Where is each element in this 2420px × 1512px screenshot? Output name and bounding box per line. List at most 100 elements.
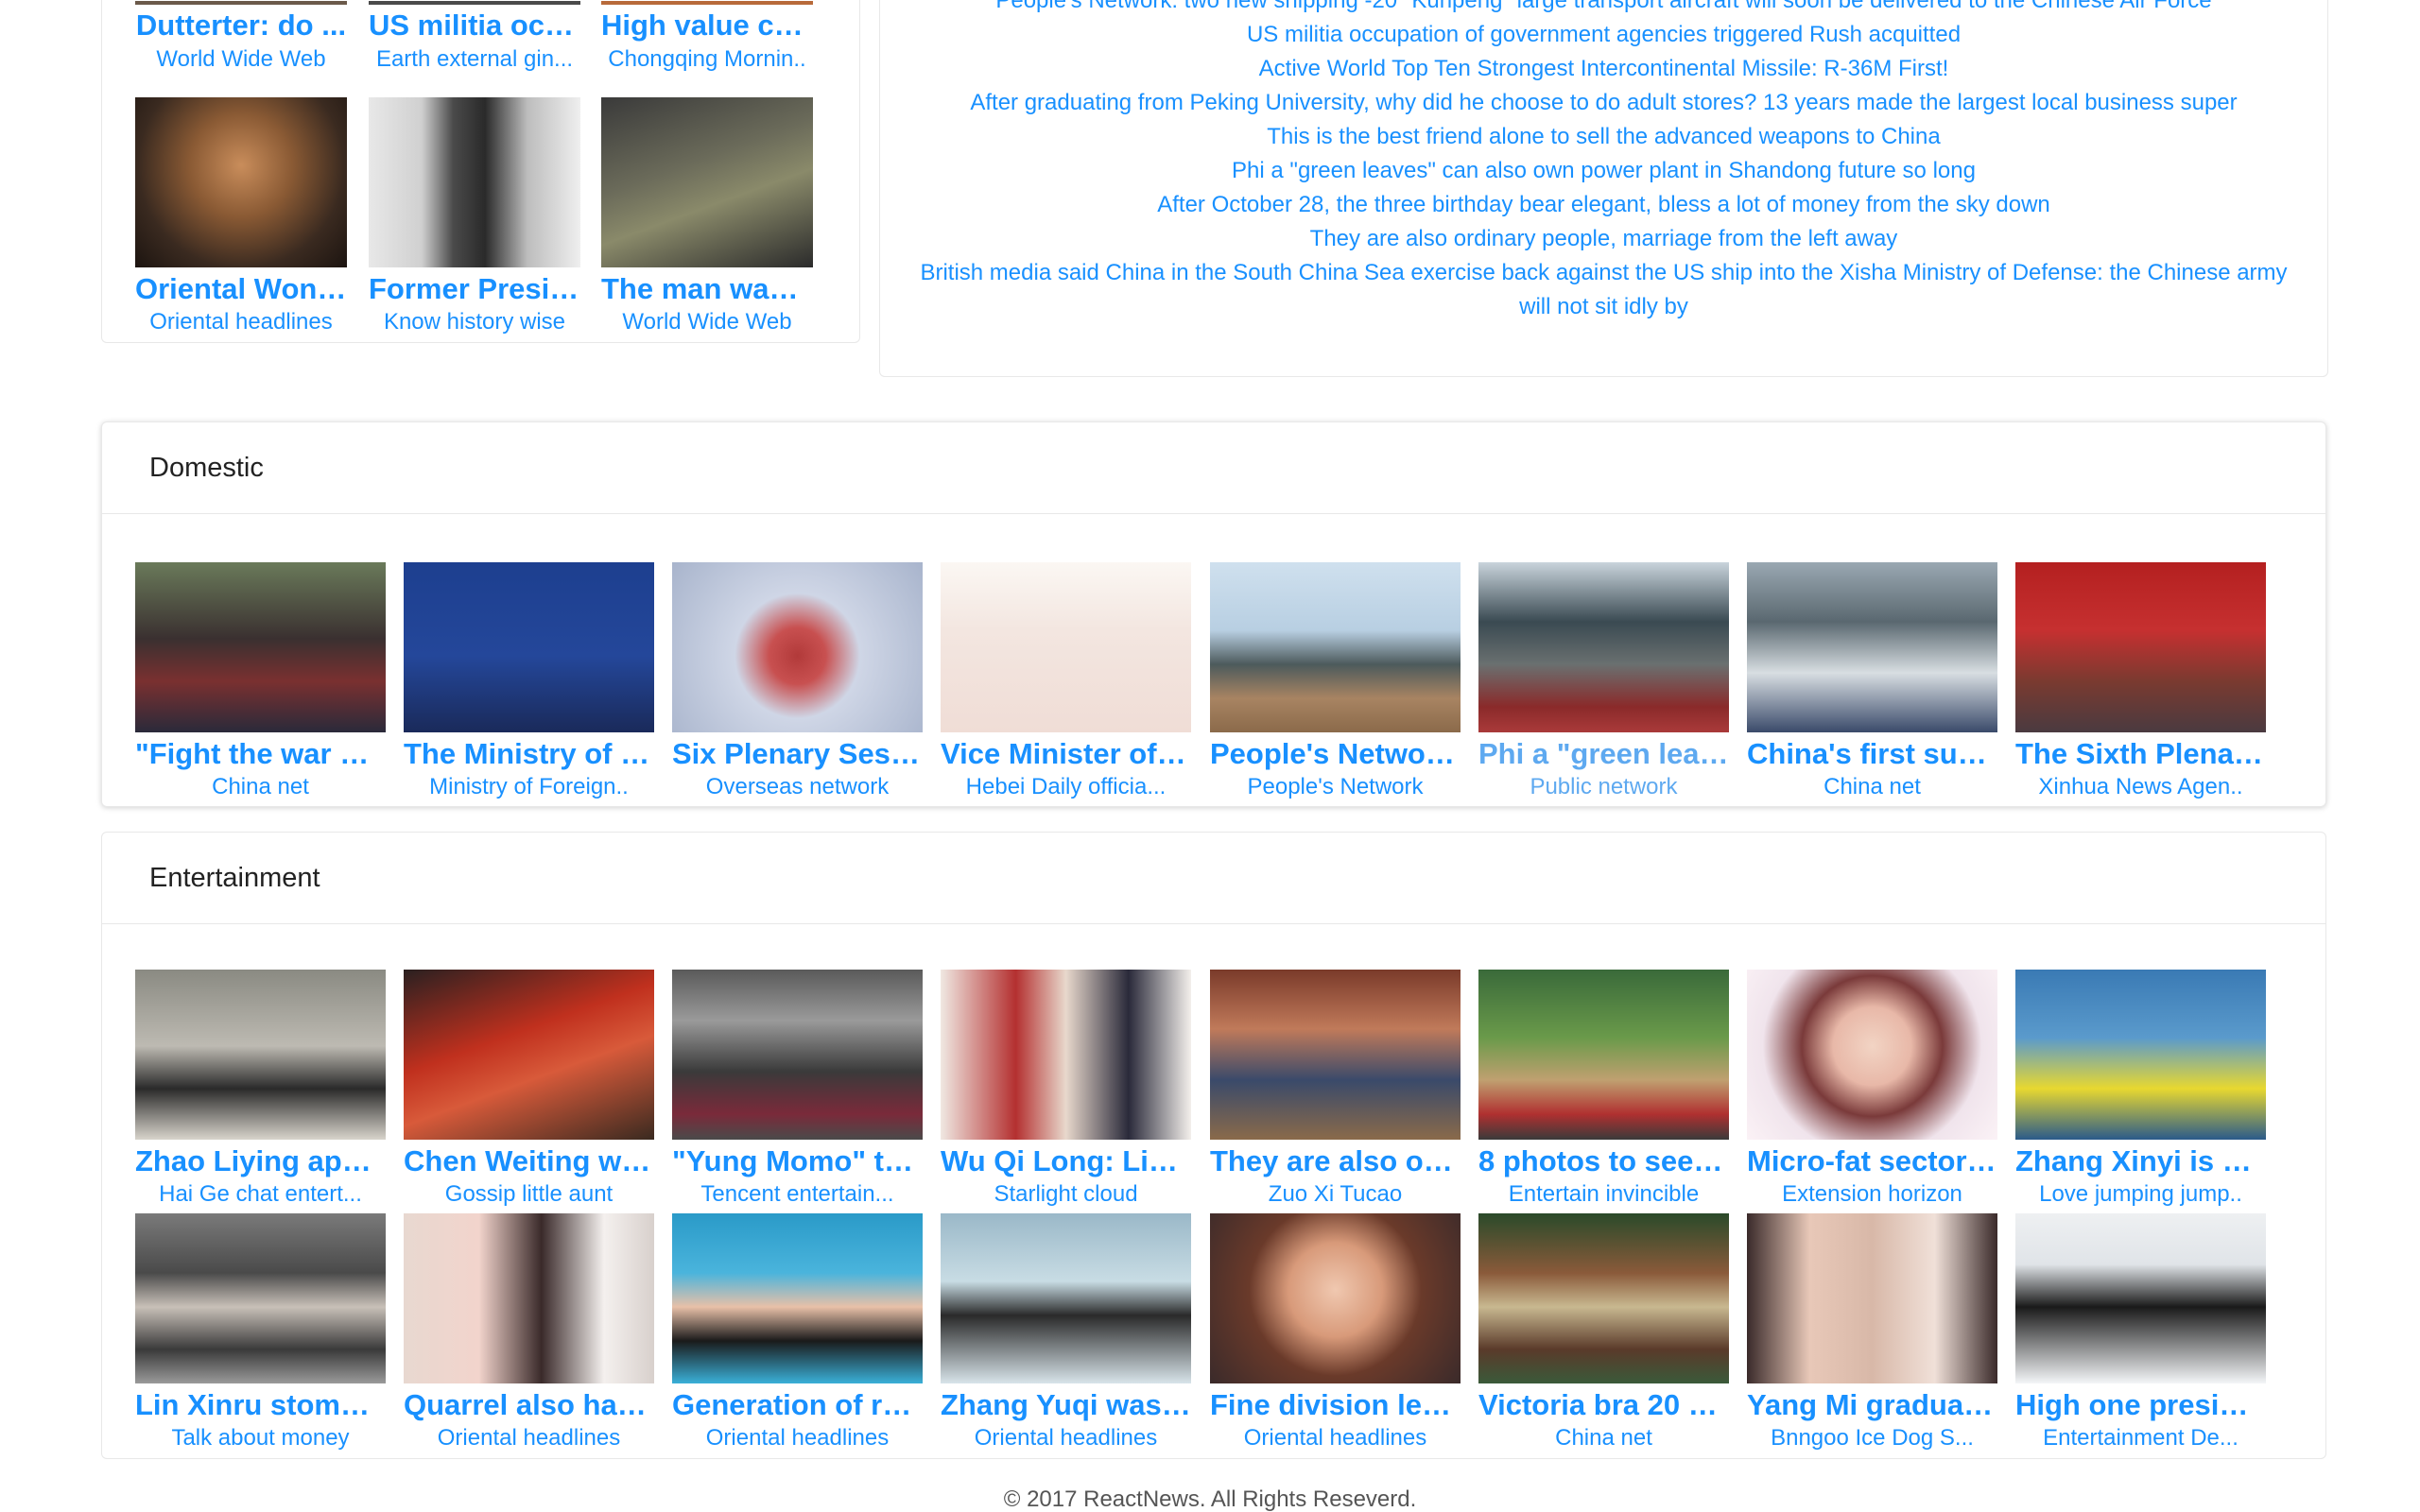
news-tile-title[interactable]: Zhang Yuqi was c.. <box>941 1386 1191 1424</box>
news-tile-source[interactable]: Hebei Daily officia... <box>941 772 1191 802</box>
news-thumb-image[interactable] <box>941 970 1191 1140</box>
news-thumb-image[interactable] <box>404 1213 654 1383</box>
news-thumb-image[interactable] <box>404 970 654 1140</box>
news-tile-source[interactable]: Entertain invincible <box>1478 1179 1729 1210</box>
news-thumb-image[interactable] <box>1478 562 1729 732</box>
news-tile-title[interactable]: The Sixth Plenar... <box>2015 735 2266 773</box>
news-tile-source[interactable]: Hai Ge chat entert... <box>135 1179 386 1210</box>
news-thumb-image[interactable] <box>1210 1213 1461 1383</box>
news-tile-source[interactable]: Oriental headlines <box>672 1423 923 1453</box>
news-tile-title[interactable]: Zhao Liying appe... <box>135 1143 386 1180</box>
news-tile-source[interactable]: Talk about money <box>135 1423 386 1453</box>
news-tile-title[interactable]: The Ministry of F... <box>404 735 654 773</box>
news-tile-source[interactable]: China net <box>1747 772 1997 802</box>
news-tile-title[interactable]: Micro-fat sector ... <box>1747 1143 1997 1180</box>
news-tile-title[interactable]: They are also ord... <box>1210 1143 1461 1180</box>
news-tile-title[interactable]: Quarrel also have.. <box>404 1386 654 1424</box>
news-tile-title[interactable]: High one preside... <box>2015 1386 2266 1424</box>
news-tile-source[interactable]: Oriental headlines <box>404 1423 654 1453</box>
news-thumb-image[interactable] <box>1747 562 1997 732</box>
news-thumb-image[interactable] <box>601 97 813 267</box>
headline-link[interactable]: Phi a "green leaves" can also own power … <box>908 154 2299 188</box>
news-tile-source[interactable]: Oriental headlines <box>135 307 347 337</box>
news-tile-title[interactable]: Generation of red.. <box>672 1386 923 1424</box>
news-tile-source[interactable]: Love jumping jump.. <box>2015 1179 2266 1210</box>
news-tile-source[interactable]: Know history wise <box>369 307 580 337</box>
news-tile-title[interactable]: "Fight the war of... <box>135 735 386 773</box>
headline-link[interactable]: After graduating from Peking University,… <box>908 86 2299 120</box>
news-tile-source[interactable]: Extension horizon <box>1747 1179 1997 1210</box>
news-tile-source[interactable]: Starlight cloud <box>941 1179 1191 1210</box>
news-thumb-image[interactable] <box>369 97 580 267</box>
news-tile-title[interactable]: Yang Mi graduati... <box>1747 1386 1997 1424</box>
news-tile-title[interactable]: Chen Weiting wa... <box>404 1143 654 1180</box>
news-thumb-image[interactable] <box>2015 1213 2266 1383</box>
news-tile-source[interactable]: Earth external gin... <box>369 44 580 75</box>
news-thumb-image[interactable] <box>135 562 386 732</box>
news-tile-source[interactable]: People's Network <box>1210 772 1461 802</box>
news-tile-title[interactable]: People's Network.. <box>1210 735 1461 773</box>
news-thumb-image[interactable] <box>135 1 347 5</box>
headline-link[interactable]: British media said China in the South Ch… <box>908 256 2299 324</box>
news-tile-title[interactable]: "Yung Momo" tak.. <box>672 1143 923 1180</box>
news-tile-source[interactable]: Public network <box>1478 772 1729 802</box>
news-tile-title[interactable]: The man was i... <box>601 270 813 308</box>
headline-link[interactable]: Active World Top Ten Strongest Intercont… <box>908 52 2299 86</box>
news-tile-source[interactable]: Entertainment De... <box>2015 1423 2266 1453</box>
news-tile-title[interactable]: Former Presid... <box>369 270 580 308</box>
news-tile-title[interactable]: 8 photos to see H.. <box>1478 1143 1729 1180</box>
headline-link[interactable]: People's Network: two new shipping -20 "… <box>908 0 2299 18</box>
news-thumb-image[interactable] <box>1210 970 1461 1140</box>
news-tile-title[interactable]: Dutterter: do ... <box>135 7 347 44</box>
news-tile-source[interactable]: Zuo Xi Tucao <box>1210 1179 1461 1210</box>
news-tile-source[interactable]: Xinhua News Agen.. <box>2015 772 2266 802</box>
news-thumb-image[interactable] <box>672 970 923 1140</box>
news-tile-title[interactable]: High value cou.. <box>601 7 813 44</box>
news-thumb-image[interactable] <box>2015 562 2266 732</box>
news-tile-source[interactable]: China net <box>135 772 386 802</box>
news-tile-title[interactable]: Wu Qi Long: Liu S.. <box>941 1143 1191 1180</box>
news-thumb-image[interactable] <box>1210 562 1461 732</box>
news-thumb-image[interactable] <box>1747 970 1997 1140</box>
news-tile-source[interactable]: Oriental headlines <box>1210 1423 1461 1453</box>
news-tile-title[interactable]: Victoria bra 20 m... <box>1478 1386 1729 1424</box>
news-thumb-image[interactable] <box>1747 1213 1997 1383</box>
headline-link[interactable]: They are also ordinary people, marriage … <box>908 222 2299 256</box>
news-tile-source[interactable]: Overseas network <box>672 772 923 802</box>
news-tile-source[interactable]: Ministry of Foreign.. <box>404 772 654 802</box>
news-thumb-image[interactable] <box>135 97 347 267</box>
news-thumb-image[interactable] <box>941 1213 1191 1383</box>
news-thumb-image[interactable] <box>941 562 1191 732</box>
news-tile-title[interactable]: Phi a "green leav... <box>1478 735 1729 773</box>
news-tile-title[interactable]: Lin Xinru stomac... <box>135 1386 386 1424</box>
headline-link[interactable]: This is the best friend alone to sell th… <box>908 120 2299 154</box>
news-thumb-image[interactable] <box>1478 1213 1729 1383</box>
news-tile-title[interactable]: Six Plenary Sessi... <box>672 735 923 773</box>
news-tile-title[interactable]: China's first sub... <box>1747 735 1997 773</box>
news-thumb-image[interactable] <box>601 1 813 5</box>
news-tile-title[interactable]: US militia occ... <box>369 7 580 44</box>
news-tile-source[interactable]: Gossip little aunt <box>404 1179 654 1210</box>
headline-link[interactable]: US militia occupation of government agen… <box>908 18 2299 52</box>
news-tile-source[interactable]: Oriental headlines <box>941 1423 1191 1453</box>
news-tile-title[interactable]: Fine division lead... <box>1210 1386 1461 1424</box>
news-tile-title[interactable]: Oriental Wond... <box>135 270 347 308</box>
news-tile-source[interactable]: World Wide Web <box>135 44 347 75</box>
news-thumb-image[interactable] <box>672 1213 923 1383</box>
news-thumb-image[interactable] <box>672 562 923 732</box>
news-tile-source[interactable]: Tencent entertain... <box>672 1179 923 1210</box>
news-thumb-image[interactable] <box>369 1 580 5</box>
news-tile-source[interactable]: Bnngoo Ice Dog S... <box>1747 1423 1997 1453</box>
news-thumb-image[interactable] <box>404 562 654 732</box>
news-tile-title[interactable]: Zhang Xinyi is hi... <box>2015 1143 2266 1180</box>
headline-link[interactable]: After October 28, the three birthday bea… <box>908 188 2299 222</box>
news-tile-title[interactable]: Vice Minister of E.. <box>941 735 1191 773</box>
news-thumb-image[interactable] <box>2015 970 2266 1140</box>
news-tile-source[interactable]: World Wide Web <box>601 307 813 337</box>
news-thumb-image[interactable] <box>1478 970 1729 1140</box>
news-tile-source[interactable]: Chongqing Mornin.. <box>601 44 813 75</box>
news-thumb-image[interactable] <box>135 1213 386 1383</box>
news-tile-source[interactable]: China net <box>1478 1423 1729 1453</box>
domestic-section: Domestic "Fight the war of... The Minist… <box>101 421 2326 807</box>
news-thumb-image[interactable] <box>135 970 386 1140</box>
